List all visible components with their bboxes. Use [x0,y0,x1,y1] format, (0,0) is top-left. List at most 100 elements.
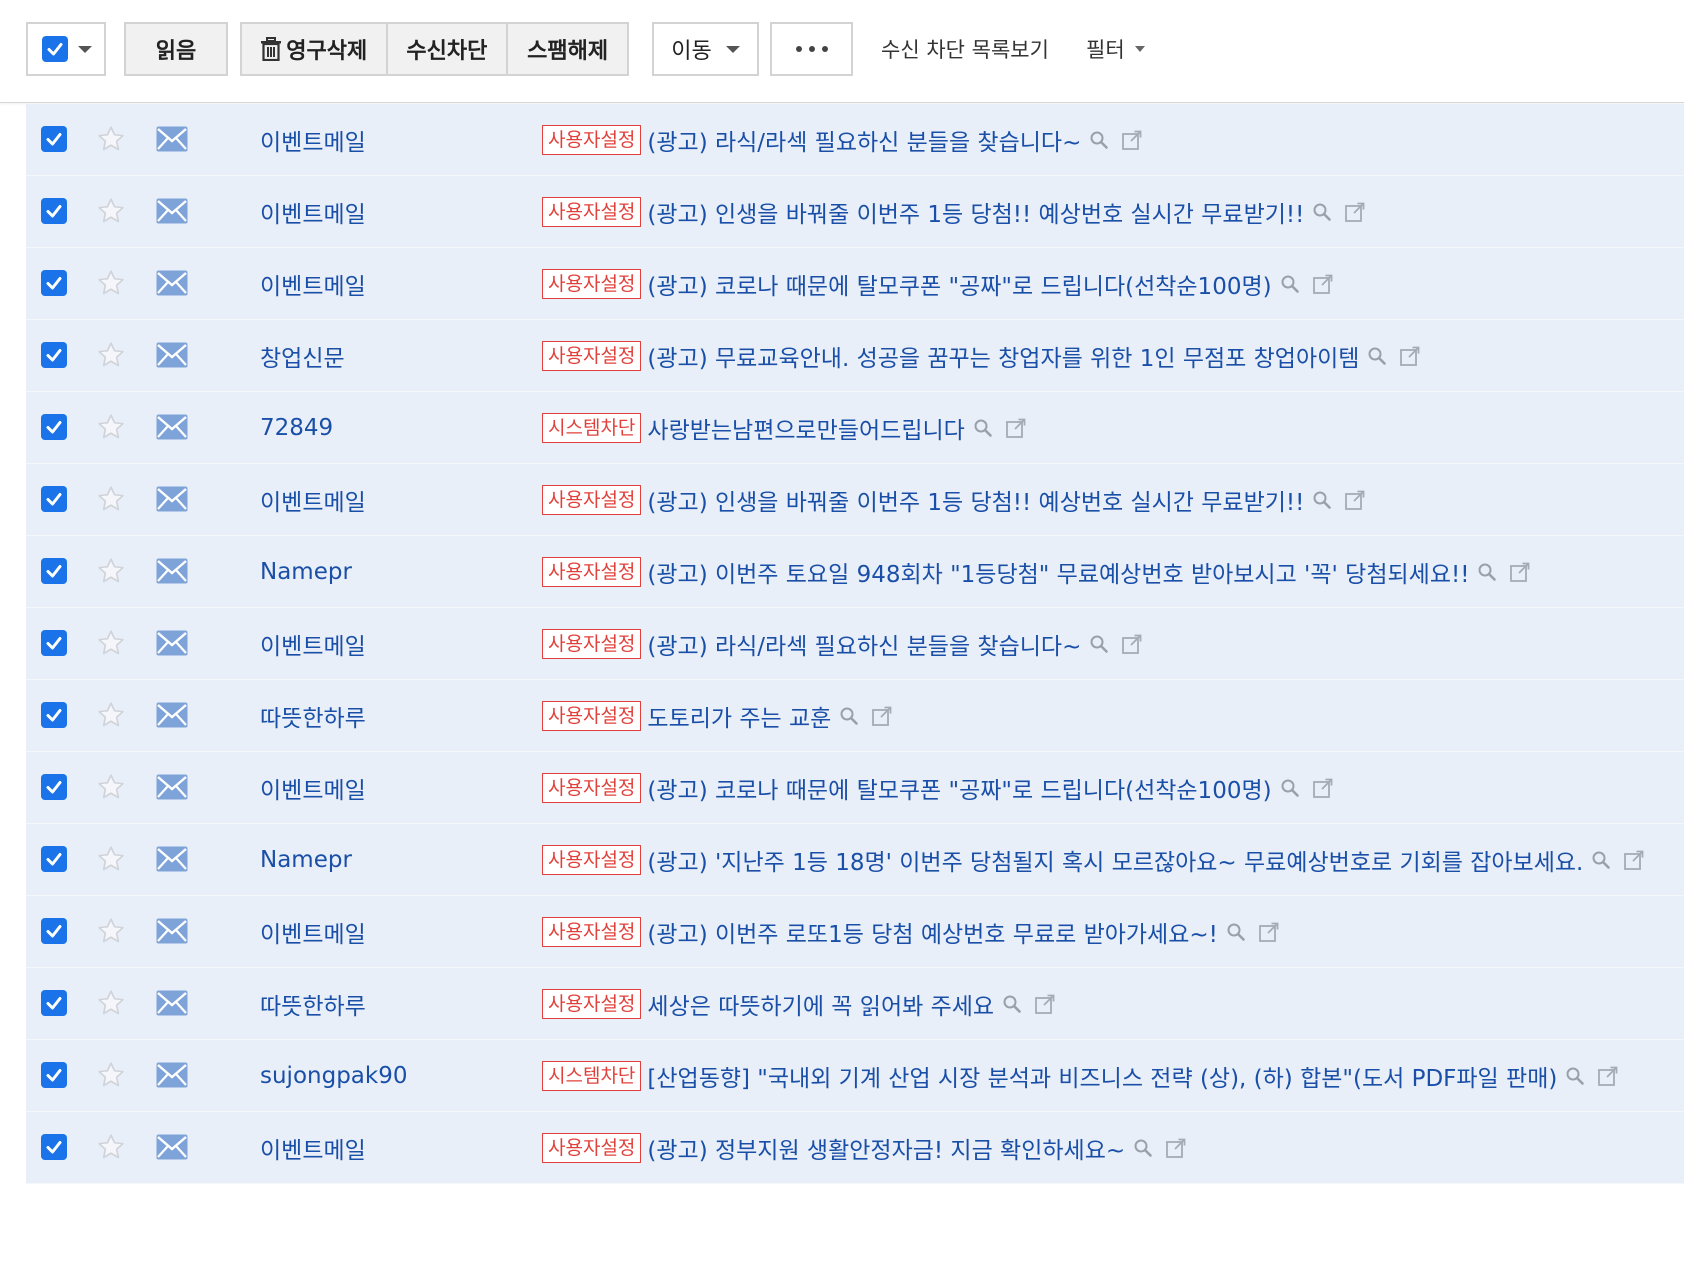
mail-subject[interactable]: (광고) 코로나 때문에 탈모쿠폰 "공짜"로 드립니다(선착순100명) [647,267,1271,301]
sender-name[interactable]: 이벤트메일 [260,176,366,247]
search-icon[interactable] [1133,1138,1153,1158]
read-button[interactable]: 읽음 [124,22,228,76]
row-checkbox[interactable] [41,702,67,728]
checkbox-icon[interactable] [42,36,68,62]
mail-icon[interactable] [156,558,188,584]
search-icon[interactable] [1280,778,1300,798]
sender-name[interactable]: 이벤트메일 [260,104,366,175]
table-row[interactable]: 이벤트메일 사용자설정 (광고) 코로나 때문에 탈모쿠폰 "공짜"로 드립니다(선… [26,752,1684,824]
mail-subject[interactable]: 세상은 따뜻하기에 꼭 읽어봐 주세요 [647,987,994,1021]
mail-icon[interactable] [156,702,188,728]
table-row[interactable]: Namepr 사용자설정 (광고) 이번주 토요일 948회차 "1등당첨" 무료예… [26,536,1684,608]
search-icon[interactable] [1565,1066,1585,1086]
sender-name[interactable]: 이벤트메일 [260,248,366,319]
mail-subject[interactable]: (광고) 이번주 토요일 948회차 "1등당첨" 무료예상번호 받아보시고 '… [647,555,1469,589]
star-icon[interactable] [96,484,126,514]
table-row[interactable]: 이벤트메일 사용자설정 (광고) 라식/라섹 필요하신 분들을 찾습니다~ [26,608,1684,680]
mail-subject[interactable]: 도토리가 주는 교훈 [647,699,831,733]
mail-subject[interactable]: (광고) 인생을 바꿔줄 이번주 1등 당첨!! 예상번호 실시간 무료받기!! [647,483,1304,517]
mail-icon[interactable] [156,630,188,656]
table-row[interactable]: 이벤트메일 사용자설정 (광고) 이번주 로또1등 당첨 예상번호 무료로 받아가세… [26,896,1684,968]
search-icon[interactable] [839,706,859,726]
row-checkbox[interactable] [41,126,67,152]
popup-icon[interactable] [1034,993,1056,1015]
mail-icon[interactable] [156,918,188,944]
mail-subject[interactable]: (광고) 무료교육안내. 성공을 꿈꾸는 창업자를 위한 1인 무점포 창업아이… [647,339,1359,373]
row-checkbox[interactable] [41,1134,67,1160]
mail-icon[interactable] [156,486,188,512]
popup-icon[interactable] [1121,633,1143,655]
popup-icon[interactable] [1509,561,1531,583]
search-icon[interactable] [1477,562,1497,582]
search-icon[interactable] [1226,922,1246,942]
popup-icon[interactable] [1005,417,1027,439]
search-icon[interactable] [1312,202,1332,222]
row-checkbox[interactable] [41,198,67,224]
popup-icon[interactable] [1344,489,1366,511]
search-icon[interactable] [1089,130,1109,150]
mail-subject[interactable]: (광고) 코로나 때문에 탈모쿠폰 "공짜"로 드립니다(선착순100명) [647,771,1271,805]
blocklist-link[interactable]: 수신 차단 목록보기 [881,22,1049,76]
sender-name[interactable]: 따뜻한하루 [260,968,366,1039]
mail-icon[interactable] [156,774,188,800]
star-icon[interactable] [96,268,126,298]
mail-icon[interactable] [156,342,188,368]
popup-icon[interactable] [1399,345,1421,367]
row-checkbox[interactable] [41,918,67,944]
mail-icon[interactable] [156,990,188,1016]
more-button[interactable] [770,22,853,76]
popup-icon[interactable] [1597,1065,1619,1087]
move-dropdown[interactable]: 이동 [652,22,759,76]
mail-icon[interactable] [156,414,188,440]
star-icon[interactable] [96,1132,126,1162]
sender-name[interactable]: sujongpak90 [260,1040,407,1111]
sender-name[interactable]: 이벤트메일 [260,752,366,823]
block-sender-button[interactable]: 수신차단 [388,24,509,74]
table-row[interactable]: 따뜻한하루 사용자설정 세상은 따뜻하기에 꼭 읽어봐 주세요 [26,968,1684,1040]
popup-icon[interactable] [871,705,893,727]
row-checkbox[interactable] [41,558,67,584]
mail-icon[interactable] [156,126,188,152]
table-row[interactable]: 72849 시스템차단 사랑받는남편으로만들어드립니다 [26,392,1684,464]
delete-permanently-button[interactable]: 영구삭제 [242,24,388,74]
mail-subject[interactable]: (광고) 인생을 바꿔줄 이번주 1등 당첨!! 예상번호 실시간 무료받기!! [647,195,1304,229]
star-icon[interactable] [96,772,126,802]
star-icon[interactable] [96,556,126,586]
filter-dropdown[interactable]: 필터 [1086,22,1145,76]
star-icon[interactable] [96,1060,126,1090]
row-checkbox[interactable] [41,774,67,800]
sender-name[interactable]: 이벤트메일 [260,464,366,535]
search-icon[interactable] [1367,346,1387,366]
mail-subject[interactable]: 사랑받는남편으로만들어드립니다 [647,411,964,445]
sender-name[interactable]: 이벤트메일 [260,896,366,967]
popup-icon[interactable] [1165,1137,1187,1159]
row-checkbox[interactable] [41,630,67,656]
popup-icon[interactable] [1258,921,1280,943]
table-row[interactable]: sujongpak90 시스템차단 [산업동향] "국내외 기계 산업 시장 분석과… [26,1040,1684,1112]
row-checkbox[interactable] [41,342,67,368]
mail-icon[interactable] [156,1134,188,1160]
mail-icon[interactable] [156,198,188,224]
star-icon[interactable] [96,628,126,658]
popup-icon[interactable] [1623,849,1645,871]
table-row[interactable]: 이벤트메일 사용자설정 (광고) 코로나 때문에 탈모쿠폰 "공짜"로 드립니다(선… [26,248,1684,320]
mail-icon[interactable] [156,270,188,296]
star-icon[interactable] [96,916,126,946]
mail-subject[interactable]: [산업동향] "국내외 기계 산업 시장 분석과 비즈니스 전략 (상), (하… [647,1059,1557,1093]
table-row[interactable]: 창업신문 사용자설정 (광고) 무료교육안내. 성공을 꿈꾸는 창업자를 위한 1인… [26,320,1684,392]
table-row[interactable]: 이벤트메일 사용자설정 (광고) 정부지원 생활안정자금! 지금 확인하세요~ [26,1112,1684,1184]
row-checkbox[interactable] [41,846,67,872]
row-checkbox[interactable] [41,1062,67,1088]
mail-subject[interactable]: (광고) 정부지원 생활안정자금! 지금 확인하세요~ [647,1131,1125,1165]
mail-icon[interactable] [156,846,188,872]
popup-icon[interactable] [1312,777,1334,799]
popup-icon[interactable] [1121,129,1143,151]
sender-name[interactable]: Namepr [260,824,352,895]
star-icon[interactable] [96,412,126,442]
row-checkbox[interactable] [41,414,67,440]
sender-name[interactable]: 이벤트메일 [260,1112,366,1183]
popup-icon[interactable] [1312,273,1334,295]
select-all-dropdown[interactable] [26,22,106,76]
table-row[interactable]: 따뜻한하루 사용자설정 도토리가 주는 교훈 [26,680,1684,752]
star-icon[interactable] [96,124,126,154]
